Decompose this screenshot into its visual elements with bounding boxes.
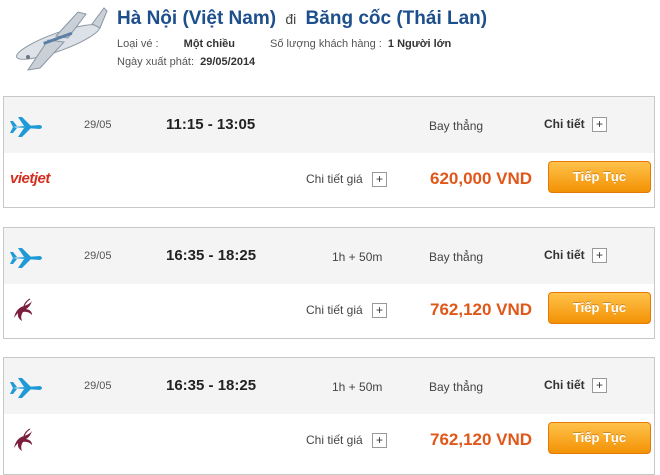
flight-info-row: 29/05 16:35 - 18:25 1h + 50m Bay thẳng C… [4,358,654,414]
flight-stops: Bay thẳng [429,250,484,264]
passengers-line: Số lượng khách hàng : 1 Người lớn [270,38,451,50]
flight-price-row: Chi tiết giá + 762,120 VND Tiếp Tục [4,414,654,468]
departure-date-label: Ngày xuất phát: [117,56,195,68]
price-detail-link[interactable]: Chi tiết giá [306,172,363,186]
plane-icon [10,378,42,398]
vietjet-logo: vietjet [10,170,50,187]
plane-icon [10,117,42,137]
flight-date: 29/05 [84,380,112,392]
flight-price: 762,120 VND [430,430,533,449]
destination-city: Băng cốc (Thái Lan) [305,8,488,29]
flight-card: 29/05 16:35 - 18:25 1h + 50m Bay thẳng C… [3,357,655,475]
qatar-oryx-icon [14,298,32,321]
flight-duration: 1h + 50m [332,380,383,394]
departure-date-line: Ngày xuất phát: 29/05/2014 [117,56,255,68]
price-detail-expand-button[interactable]: + [372,172,387,187]
flight-info-row: 29/05 16:35 - 18:25 1h + 50m Bay thẳng C… [4,228,654,284]
route-connector: đi [285,11,297,27]
flight-card: 29/05 16:35 - 18:25 1h + 50m Bay thẳng C… [3,227,655,339]
price-detail-link[interactable]: Chi tiết giá [306,303,363,317]
plane-icon [10,248,42,268]
ticket-type-line: Loại vé : Một chiều [117,38,235,50]
passengers-label: Số lượng khách hàng : [270,38,382,50]
search-summary-header: Hà Nội (Việt Nam) đi Băng cốc (Thái Lan)… [0,0,660,90]
flight-price: 620,000 VND [430,169,533,188]
airplane-logo-icon [16,7,108,71]
flight-detail-expand-button[interactable]: + [592,117,607,132]
departure-date-value: 29/05/2014 [200,56,256,68]
flight-detail-link[interactable]: Chi tiết [544,117,585,131]
price-detail-expand-button[interactable]: + [372,433,387,448]
origin-city: Hà Nội (Việt Nam) [117,8,277,29]
qatar-oryx-icon [14,428,32,451]
flight-date: 29/05 [84,250,112,262]
flight-date: 29/05 [84,119,112,131]
flight-detail-link[interactable]: Chi tiết [544,248,585,262]
continue-button[interactable]: Tiếp Tục [548,292,651,324]
continue-button[interactable]: Tiếp Tục [548,422,651,454]
flight-detail-expand-button[interactable]: + [592,248,607,263]
flight-stops: Bay thẳng [429,380,484,394]
flight-info-row: 29/05 11:15 - 13:05 Bay thẳng Chi tiết + [4,97,654,153]
route-title: Hà Nội (Việt Nam) đi Băng cốc (Thái Lan) [117,8,487,30]
passengers-value: 1 Người lớn [387,38,452,50]
flight-stops: Bay thẳng [429,119,484,133]
flight-detail-expand-button[interactable]: + [592,378,607,393]
flight-times: 16:35 - 18:25 [166,247,257,264]
ticket-type-value: Một chiều [183,38,235,50]
flight-times: 16:35 - 18:25 [166,377,257,394]
ticket-type-label: Loại vé : [117,38,159,50]
flight-duration: 1h + 50m [332,250,383,264]
flight-detail-link[interactable]: Chi tiết [544,378,585,392]
flight-card: 29/05 11:15 - 13:05 Bay thẳng Chi tiết +… [3,96,655,208]
flight-price-row: vietjet Chi tiết giá + 620,000 VND Tiếp … [4,153,654,207]
flight-price: 762,120 VND [430,300,533,319]
flight-price-row: Chi tiết giá + 762,120 VND Tiếp Tục [4,284,654,338]
price-detail-link[interactable]: Chi tiết giá [306,433,363,447]
flight-times: 11:15 - 13:05 [166,116,256,133]
price-detail-expand-button[interactable]: + [372,303,387,318]
continue-button[interactable]: Tiếp Tục [548,161,651,193]
